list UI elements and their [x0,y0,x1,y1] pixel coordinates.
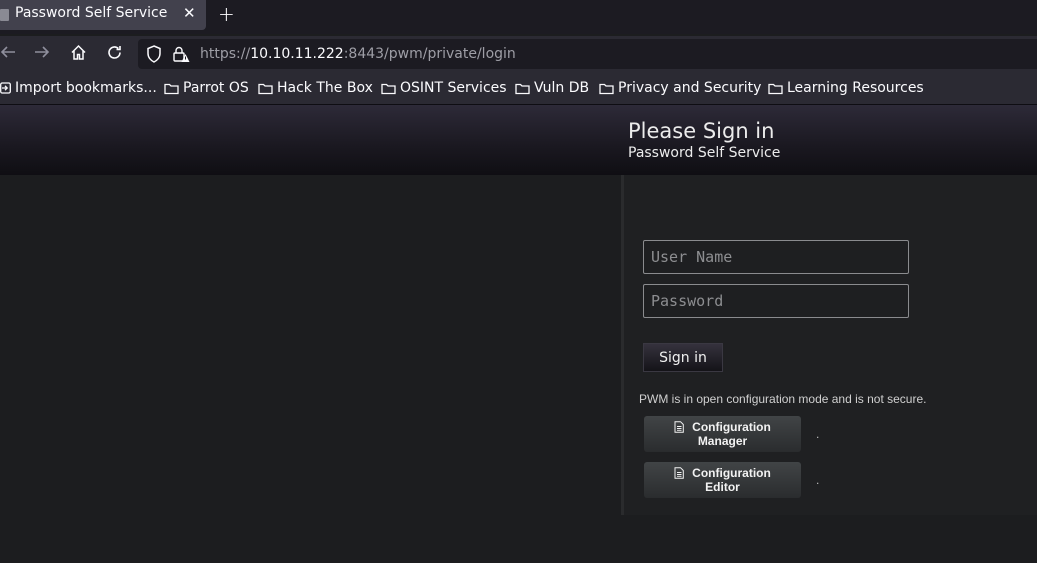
password-input[interactable] [643,284,909,318]
folder-icon [515,83,530,94]
url-text[interactable]: https://10.10.11.222:8443/pwm/private/lo… [200,46,516,62]
bookmark-hack-the-box[interactable]: Hack The Box [258,80,373,96]
back-icon[interactable] [0,44,16,65]
tab-favicon-icon [0,9,9,21]
folder-icon [599,83,614,94]
folder-icon [381,83,396,94]
bookmarks-toolbar: Import bookmarks... Parrot OS Hack The B… [0,72,1037,105]
new-tab-icon[interactable]: + [218,2,235,26]
forward-icon[interactable] [34,44,50,65]
shield-icon[interactable] [146,45,162,68]
page-header: Please Sign in Password Self Service [0,105,1037,175]
navigation-bar: https://10.10.11.222:8443/pwm/private/lo… [0,36,1037,72]
separator-dot: . [816,427,820,441]
browser-tab[interactable]: Password Self Service ✕ [0,0,206,30]
url-bar[interactable]: https://10.10.11.222:8443/pwm/private/lo… [138,39,1037,69]
configuration-editor-button[interactable]: Configuration Editor [644,462,801,498]
bookmark-privacy-and-security[interactable]: Privacy and Security [599,80,761,96]
bookmark-vuln-db[interactable]: Vuln DB [515,80,589,96]
bookmark-learning-resources[interactable]: Learning Resources [768,80,924,96]
import-icon [0,82,11,94]
home-icon[interactable] [70,44,87,66]
tab-strip: Password Self Service ✕ + [0,0,1037,34]
bookmark-osint-services[interactable]: OSINT Services [381,80,507,96]
configuration-manager-button[interactable]: Configuration Manager [644,416,801,452]
page-subtitle: Password Self Service [628,145,781,161]
username-input[interactable] [643,240,909,274]
folder-icon [258,83,273,94]
open-config-warning: PWM is in open configuration mode and is… [639,392,927,406]
reload-icon[interactable] [106,44,123,66]
page-title: Please Sign in [628,119,775,143]
separator-dot: . [816,473,820,487]
sign-in-button[interactable]: Sign in [643,343,723,372]
tab-title: Password Self Service [15,5,168,21]
document-icon [674,467,684,479]
insecure-lock-icon[interactable] [172,45,190,68]
tab-close-icon[interactable]: ✕ [183,4,196,22]
folder-icon [768,83,783,94]
folder-icon [164,83,179,94]
bookmark-import[interactable]: Import bookmarks... [0,80,157,96]
document-icon [674,421,684,433]
bookmark-parrot-os[interactable]: Parrot OS [164,80,249,96]
